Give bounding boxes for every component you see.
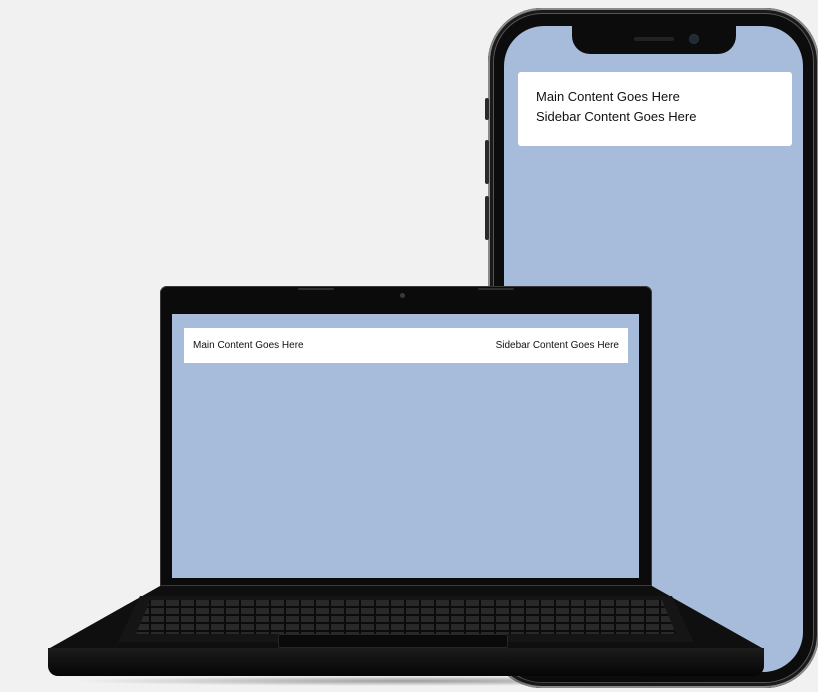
phone-mute-button: [485, 98, 489, 120]
phone-sidebar-content-text: Sidebar Content Goes Here: [536, 109, 697, 124]
phone-volume-up-button: [485, 140, 489, 184]
phone-notch: [572, 26, 736, 54]
phone-speaker: [634, 37, 674, 41]
laptop-bezel-mark: [298, 288, 334, 290]
laptop-touchpad: [278, 634, 508, 648]
phone-volume-down-button: [485, 196, 489, 240]
device-mockup-stage: Main Content Goes Here Sidebar Content G…: [0, 0, 818, 692]
phone-main-content-text: Main Content Goes Here: [536, 89, 680, 104]
laptop-content-card: Main Content Goes Here Sidebar Content G…: [184, 328, 628, 363]
laptop-screen: Main Content Goes Here Sidebar Content G…: [172, 314, 639, 578]
laptop-keyboard-rows: [136, 600, 676, 634]
laptop-lid: Main Content Goes Here Sidebar Content G…: [160, 286, 652, 586]
laptop-main-content-text: Main Content Goes Here: [193, 340, 304, 351]
laptop-base: [48, 648, 764, 676]
laptop-camera-icon: [400, 293, 405, 298]
laptop-bezel-mark: [478, 288, 514, 290]
laptop-sidebar-content-text: Sidebar Content Goes Here: [495, 340, 619, 351]
laptop-shadow: [70, 676, 750, 686]
phone-content-card: Main Content Goes Here Sidebar Content G…: [518, 72, 792, 146]
phone-camera-icon: [690, 35, 698, 43]
